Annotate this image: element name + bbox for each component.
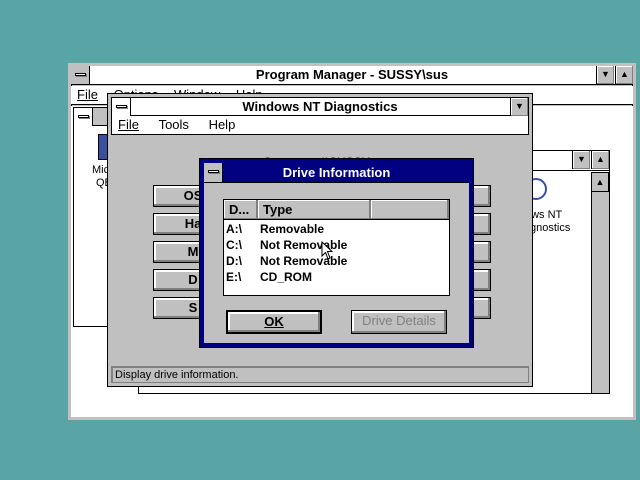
drive-letter: E:\ <box>226 270 242 284</box>
menu-file[interactable]: File <box>71 86 104 104</box>
drive-details-label: Drive Details <box>362 313 436 328</box>
admin-minimize-button[interactable]: ▼ <box>572 151 590 169</box>
nt-diagnostics-titlebar[interactable]: Windows NT Diagnostics ▼ <box>111 97 529 116</box>
column-blank <box>371 200 449 219</box>
ntd-title: Windows NT Diagnostics <box>242 99 398 114</box>
drive-letter: D:\ <box>226 254 242 268</box>
admin-maximize-button[interactable]: ▲ <box>591 151 609 169</box>
column-drive[interactable]: D... <box>224 200 258 219</box>
drive-row[interactable]: C:\ Not Removable <box>224 237 449 253</box>
ntd-menu-help[interactable]: Help <box>199 116 242 134</box>
mouse-cursor-icon <box>321 241 334 260</box>
column-type[interactable]: Type <box>258 200 371 219</box>
main-group-window: Mic QB <box>73 107 114 327</box>
drive-letter: C:\ <box>226 238 242 252</box>
ntd-menu-file[interactable]: File <box>112 116 145 134</box>
drive-info-title: Drive Information <box>282 165 391 180</box>
drive-row[interactable]: E:\ CD_ROM <box>224 269 449 285</box>
ntd-minimize-button[interactable]: ▼ <box>510 98 528 116</box>
program-manager-titlebar[interactable]: Program Manager - SUSSY\sus ▼ ▲ <box>71 66 633 85</box>
ok-button[interactable]: OK <box>226 310 322 334</box>
ntd-system-menu[interactable] <box>112 98 131 116</box>
drive-row[interactable]: A:\ Removable <box>224 221 449 237</box>
ntd-menubar: File Tools Help <box>111 116 529 135</box>
drive-list[interactable]: D... Type A:\ Removable C:\ Not Removabl… <box>223 199 450 296</box>
system-menu-button[interactable] <box>71 66 90 84</box>
drive-info-dialog: Drive Information D... Type A:\ Removabl… <box>200 159 473 347</box>
minimize-button[interactable]: ▼ <box>596 66 614 84</box>
group-system-menu[interactable] <box>74 108 93 126</box>
ntd-status-bar: Display drive information. <box>111 366 529 383</box>
group-icon-label-1: Mic <box>92 164 110 176</box>
maximize-button[interactable]: ▲ <box>615 66 633 84</box>
drive-type: Removable <box>260 222 325 236</box>
drive-info-system-menu[interactable] <box>204 163 223 182</box>
right-group-label-2: gnostics <box>530 222 571 234</box>
ok-label: OK <box>264 314 284 329</box>
program-manager-title: Program Manager - SUSSY\sus <box>255 67 449 82</box>
drive-row[interactable]: D:\ Not Removable <box>224 253 449 269</box>
drive-type: CD_ROM <box>260 270 313 284</box>
drive-letter: A:\ <box>226 222 242 236</box>
admin-scroll-up[interactable]: ▲ <box>591 172 609 192</box>
drive-details-button: Drive Details <box>351 310 447 334</box>
drive-info-titlebar[interactable]: Drive Information <box>204 163 469 183</box>
drive-list-header: D... Type <box>224 200 449 220</box>
ntd-menu-tools[interactable]: Tools <box>149 116 195 134</box>
admin-scrollbar[interactable] <box>591 192 609 393</box>
